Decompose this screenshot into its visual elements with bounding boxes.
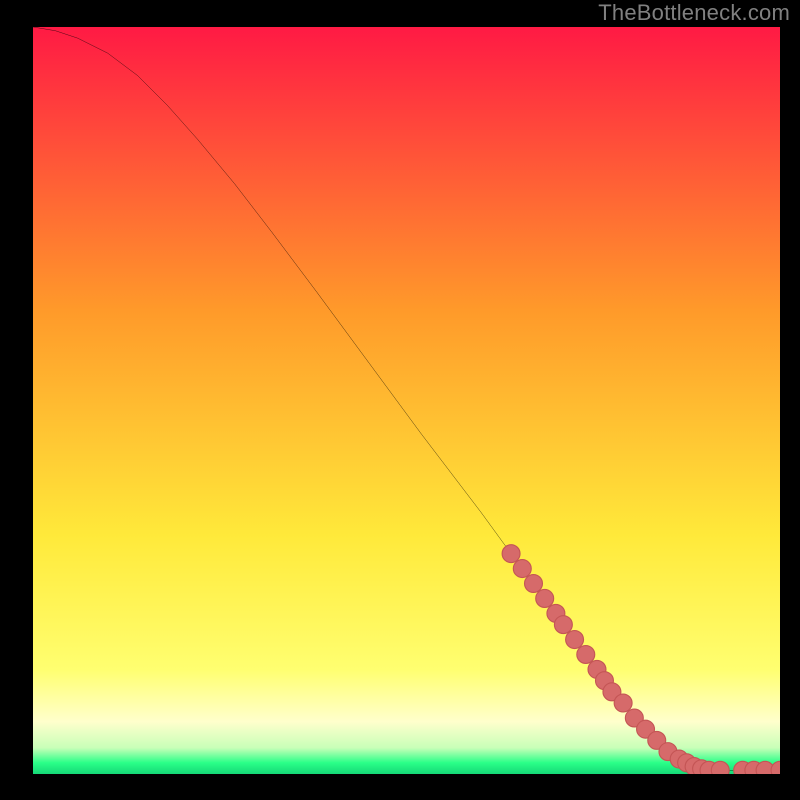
data-marker — [536, 589, 554, 607]
data-marker — [614, 694, 632, 712]
data-marker — [577, 646, 595, 664]
data-marker — [525, 575, 543, 593]
chart-stage: TheBottleneck.com — [0, 0, 800, 800]
data-marker — [711, 761, 729, 774]
data-marker — [566, 631, 584, 649]
data-marker — [513, 560, 531, 578]
gradient-background — [33, 27, 780, 774]
data-marker — [554, 616, 572, 634]
attribution-label: TheBottleneck.com — [598, 0, 790, 26]
plot-area — [33, 27, 780, 774]
chart-svg — [33, 27, 780, 774]
data-marker — [502, 545, 520, 563]
